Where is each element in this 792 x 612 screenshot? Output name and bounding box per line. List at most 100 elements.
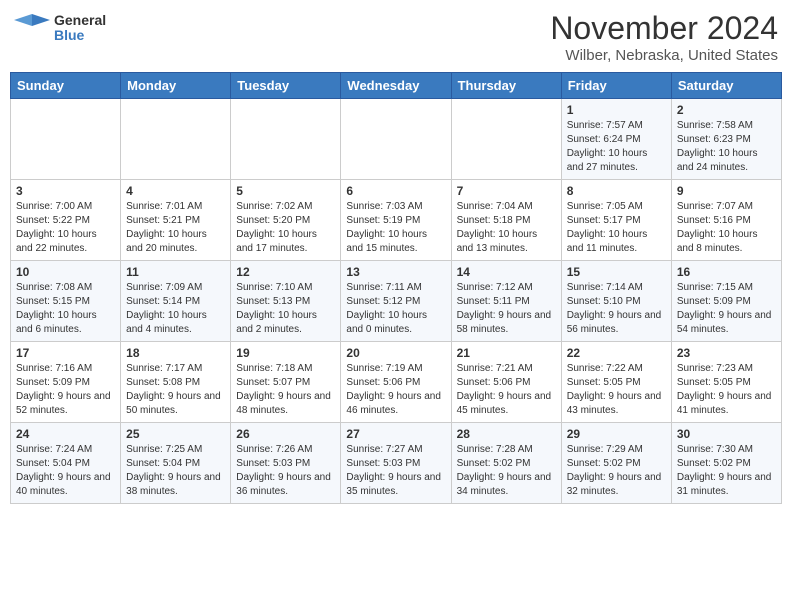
day-number: 30 [677,427,776,441]
day-number: 25 [126,427,225,441]
weekday-row: SundayMondayTuesdayWednesdayThursdayFrid… [11,73,782,99]
calendar-cell: 14 Sunrise: 7:12 AMSunset: 5:11 PMDayligh… [451,261,561,342]
day-number: 18 [126,346,225,360]
calendar-body: 1Sunrise: 7:57 AMSunset: 6:24 PMDaylight… [11,99,782,504]
day-info: Sunrise: 7:07 AMSunset: 5:16 PMDaylight:… [677,200,776,256]
day-number: 26 [236,427,335,441]
calendar-cell: 23 Sunrise: 7:23 AMSunset: 5:05 PMDayligh… [671,342,781,423]
day-number: 4 [126,184,225,198]
day-info: Sunrise: 7:03 AMSunset: 5:19 PMDaylight:… [346,200,445,256]
calendar-cell: 28 Sunrise: 7:28 AMSunset: 5:02 PMDayligh… [451,423,561,504]
calendar-cell: 8Sunrise: 7:05 AMSunset: 5:17 PMDaylight… [561,180,671,261]
day-number: 15 [567,265,666,279]
calendar-cell: 16Sunrise: 7:15 AMSunset: 5:09 PMDayligh… [671,261,781,342]
day-info: Sunrise: 7:12 AMSunset: 5:11 PMDaylight:… [457,281,556,337]
calendar-cell: 20 Sunrise: 7:19 AMSunset: 5:06 PMDayligh… [341,342,451,423]
calendar-cell: 4 Sunrise: 7:01 AMSunset: 5:21 PMDaylight… [121,180,231,261]
day-info: Sunrise: 7:01 AMSunset: 5:21 PMDaylight:… [126,200,225,256]
day-number: 24 [16,427,115,441]
week-row-5: 24 Sunrise: 7:24 AMSunset: 5:04 PMDayligh… [11,423,782,504]
day-info: Sunrise: 7:16 AMSunset: 5:09 PMDaylight:… [16,362,115,418]
page: General Blue November 2024 Wilber, Nebra… [0,0,792,514]
day-info: Sunrise: 7:14 AMSunset: 5:10 PMDaylight:… [567,281,666,337]
logo-general: General [54,13,106,28]
day-info: Sunrise: 7:22 AMSunset: 5:05 PMDaylight:… [567,362,666,418]
week-row-2: 3Sunrise: 7:00 AMSunset: 5:22 PMDaylight… [11,180,782,261]
weekday-header-monday: Monday [121,73,231,99]
calendar-cell: 7 Sunrise: 7:04 AMSunset: 5:18 PMDaylight… [451,180,561,261]
calendar-cell: 9Sunrise: 7:07 AMSunset: 5:16 PMDaylight… [671,180,781,261]
day-info: Sunrise: 7:19 AMSunset: 5:06 PMDaylight:… [346,362,445,418]
calendar-cell: 17 Sunrise: 7:16 AMSunset: 5:09 PMDayligh… [11,342,121,423]
calendar-cell [231,99,341,180]
calendar-cell: 18 Sunrise: 7:17 AMSunset: 5:08 PMDayligh… [121,342,231,423]
day-info: Sunrise: 7:02 AMSunset: 5:20 PMDaylight:… [236,200,335,256]
day-number: 14 [457,265,556,279]
day-number: 23 [677,346,776,360]
day-info: Sunrise: 7:09 AMSunset: 5:14 PMDaylight:… [126,281,225,337]
logo-icon [14,10,50,46]
week-row-3: 10Sunrise: 7:08 AMSunset: 5:15 PMDayligh… [11,261,782,342]
day-info: Sunrise: 7:27 AMSunset: 5:03 PMDaylight:… [346,443,445,499]
day-number: 17 [16,346,115,360]
day-number: 1 [567,103,666,117]
day-info: Sunrise: 7:23 AMSunset: 5:05 PMDaylight:… [677,362,776,418]
weekday-header-tuesday: Tuesday [231,73,341,99]
title-block: November 2024 Wilber, Nebraska, United S… [550,10,778,64]
calendar-cell: 15 Sunrise: 7:14 AMSunset: 5:10 PMDayligh… [561,261,671,342]
day-info: Sunrise: 7:21 AMSunset: 5:06 PMDaylight:… [457,362,556,418]
day-number: 2 [677,103,776,117]
day-number: 29 [567,427,666,441]
day-info: Sunrise: 7:04 AMSunset: 5:18 PMDaylight:… [457,200,556,256]
day-info: Sunrise: 7:18 AMSunset: 5:07 PMDaylight:… [236,362,335,418]
day-number: 20 [346,346,445,360]
day-info: Sunrise: 7:58 AMSunset: 6:23 PMDaylight:… [677,119,776,175]
day-number: 6 [346,184,445,198]
calendar-cell: 29Sunrise: 7:29 AMSunset: 5:02 PMDayligh… [561,423,671,504]
month-title: November 2024 [550,10,778,47]
logo: General Blue [14,10,106,46]
day-info: Sunrise: 7:28 AMSunset: 5:02 PMDaylight:… [457,443,556,499]
day-number: 13 [346,265,445,279]
calendar-cell [11,99,121,180]
calendar-cell [341,99,451,180]
day-number: 7 [457,184,556,198]
day-info: Sunrise: 7:00 AMSunset: 5:22 PMDaylight:… [16,200,115,256]
calendar-cell: 25 Sunrise: 7:25 AMSunset: 5:04 PMDayligh… [121,423,231,504]
location: Wilber, Nebraska, United States [550,47,778,64]
week-row-4: 17 Sunrise: 7:16 AMSunset: 5:09 PMDayligh… [11,342,782,423]
calendar-header: SundayMondayTuesdayWednesdayThursdayFrid… [11,73,782,99]
calendar-cell: 24 Sunrise: 7:24 AMSunset: 5:04 PMDayligh… [11,423,121,504]
calendar-cell: 1Sunrise: 7:57 AMSunset: 6:24 PMDaylight… [561,99,671,180]
calendar-cell: 11Sunrise: 7:09 AMSunset: 5:14 PMDayligh… [121,261,231,342]
day-number: 12 [236,265,335,279]
calendar-cell [121,99,231,180]
logo-text: General Blue [54,13,106,44]
weekday-header-wednesday: Wednesday [341,73,451,99]
calendar-cell: 19 Sunrise: 7:18 AMSunset: 5:07 PMDayligh… [231,342,341,423]
calendar-cell: 12Sunrise: 7:10 AMSunset: 5:13 PMDayligh… [231,261,341,342]
logo-blue: Blue [54,28,106,43]
day-info: Sunrise: 7:15 AMSunset: 5:09 PMDaylight:… [677,281,776,337]
calendar-cell: 3Sunrise: 7:00 AMSunset: 5:22 PMDaylight… [11,180,121,261]
calendar-cell: 5Sunrise: 7:02 AMSunset: 5:20 PMDaylight… [231,180,341,261]
calendar-cell: 21 Sunrise: 7:21 AMSunset: 5:06 PMDayligh… [451,342,561,423]
day-number: 21 [457,346,556,360]
calendar: SundayMondayTuesdayWednesdayThursdayFrid… [10,72,782,504]
header: General Blue November 2024 Wilber, Nebra… [10,10,782,64]
calendar-cell: 10Sunrise: 7:08 AMSunset: 5:15 PMDayligh… [11,261,121,342]
day-number: 27 [346,427,445,441]
calendar-cell: 26 Sunrise: 7:26 AMSunset: 5:03 PMDayligh… [231,423,341,504]
week-row-1: 1Sunrise: 7:57 AMSunset: 6:24 PMDaylight… [11,99,782,180]
day-info: Sunrise: 7:17 AMSunset: 5:08 PMDaylight:… [126,362,225,418]
day-number: 22 [567,346,666,360]
calendar-cell: 30Sunrise: 7:30 AMSunset: 5:02 PMDayligh… [671,423,781,504]
day-info: Sunrise: 7:25 AMSunset: 5:04 PMDaylight:… [126,443,225,499]
day-info: Sunrise: 7:24 AMSunset: 5:04 PMDaylight:… [16,443,115,499]
day-info: Sunrise: 7:08 AMSunset: 5:15 PMDaylight:… [16,281,115,337]
calendar-cell [451,99,561,180]
day-info: Sunrise: 7:26 AMSunset: 5:03 PMDaylight:… [236,443,335,499]
day-number: 28 [457,427,556,441]
day-number: 19 [236,346,335,360]
day-number: 8 [567,184,666,198]
